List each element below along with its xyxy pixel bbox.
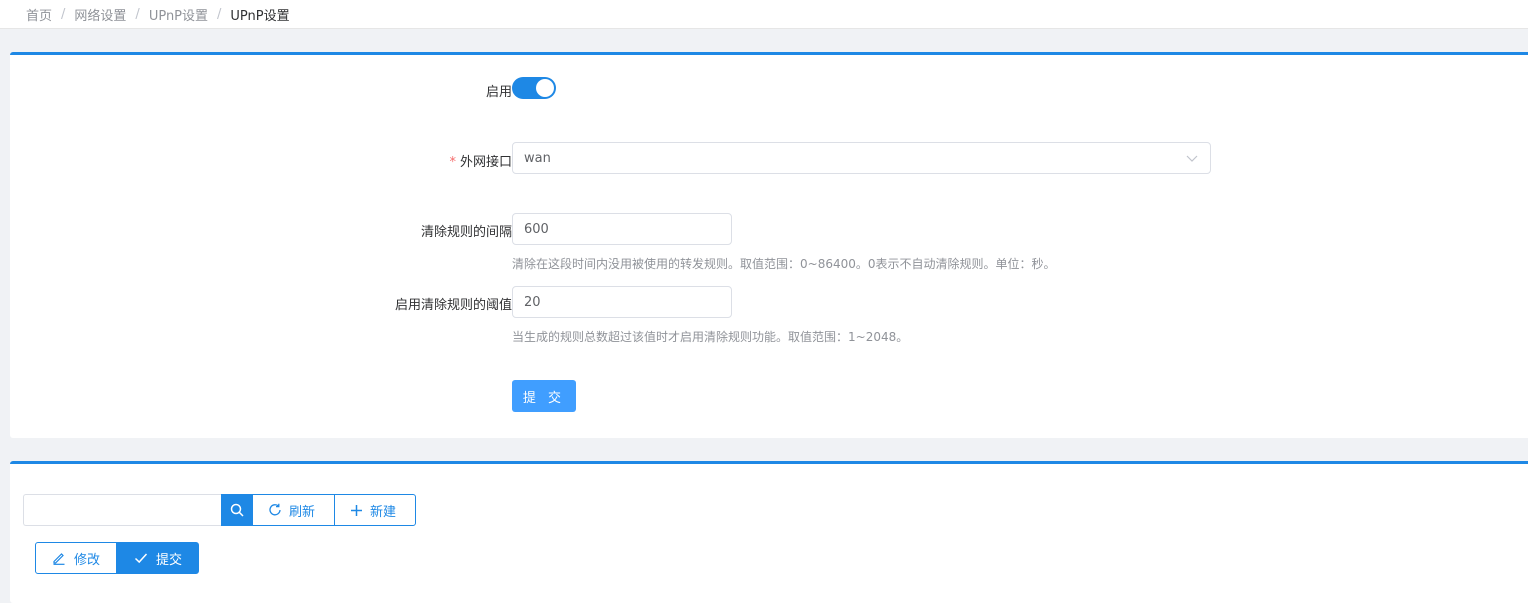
breadcrumb-home[interactable]: 首页: [26, 5, 52, 24]
refresh-label: 刷新: [289, 504, 316, 520]
breadcrumb-network[interactable]: 网络设置: [74, 5, 126, 24]
search-icon: [230, 503, 244, 517]
breadcrumb-current: UPnP设置: [230, 8, 290, 24]
add-label: 新建: [370, 504, 397, 520]
clean-threshold-input[interactable]: [512, 286, 732, 318]
toolbar: 刷新 新建: [23, 494, 416, 526]
edit-icon: [53, 553, 65, 565]
enable-label: 启用: [485, 85, 512, 100]
breadcrumb-upnp[interactable]: UPnP设置: [149, 5, 208, 24]
refresh-button[interactable]: 刷新: [252, 494, 334, 526]
breadcrumb-separator: /: [61, 6, 66, 22]
enable-switch[interactable]: [512, 77, 556, 99]
commit-button[interactable]: 提交: [117, 542, 199, 574]
upnp-rules-card: 刷新 新建 修改 提交: [10, 461, 1528, 603]
clean-interval-input[interactable]: [512, 213, 732, 245]
wan-label: * 外网接口: [449, 151, 512, 170]
breadcrumb: 首页 / 网络设置 / UPnP设置 / UPnP设置: [0, 0, 1528, 29]
chevron-down-icon: [1186, 155, 1198, 162]
switch-knob: [536, 79, 554, 97]
plus-icon: [351, 504, 362, 516]
edit-button[interactable]: 修改: [35, 542, 117, 574]
wan-label-text: 外网接口: [459, 155, 512, 170]
upnp-settings-card: 启用 *外网接口 wan 清除规则的间隔 清除在这段时间内没用被使用的转发规则。…: [10, 52, 1528, 438]
commit-label: 提交: [155, 552, 182, 568]
breadcrumb-separator: /: [135, 6, 140, 22]
clean-interval-label: 清除规则的间隔: [420, 225, 512, 240]
edit-label: 修改: [73, 552, 100, 568]
check-icon: [134, 553, 148, 564]
required-mark: *: [449, 155, 456, 170]
clean-interval-help: 清除在这段时间内没用被使用的转发规则。取值范围：0~86400。0表示不自动清除…: [512, 257, 1056, 271]
refresh-icon: [269, 503, 281, 516]
search-button[interactable]: [221, 494, 252, 526]
search-input[interactable]: [23, 494, 221, 526]
wan-select-value: wan: [524, 150, 551, 166]
row-actions: 修改 提交: [35, 542, 199, 574]
clean-threshold-help: 当生成的规则总数超过该值时才启用清除规则功能。取值范围：1~2048。: [512, 330, 909, 344]
add-button[interactable]: 新建: [334, 494, 416, 526]
wan-select[interactable]: wan: [512, 142, 1211, 174]
clean-threshold-label: 启用清除规则的阈值: [394, 298, 512, 313]
submit-button[interactable]: 提 交: [512, 380, 576, 412]
breadcrumb-separator: /: [217, 6, 222, 22]
